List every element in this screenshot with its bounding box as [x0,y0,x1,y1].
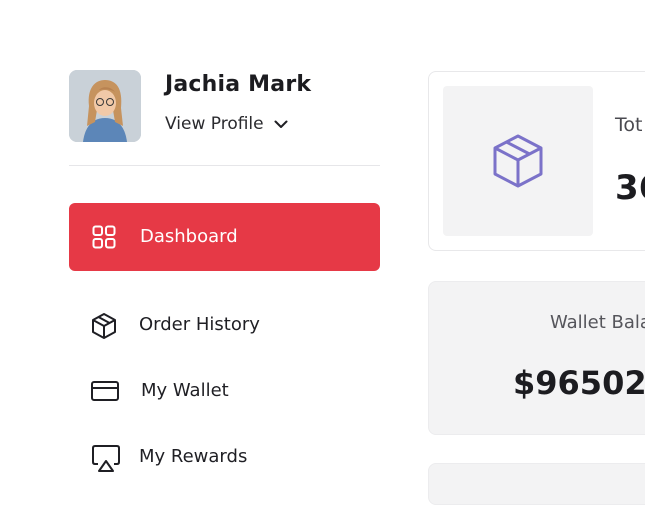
profile-divider [69,165,380,166]
wallet-balance-label: Wallet Bala [550,312,645,333]
nav-label-dashboard: Dashboard [140,226,238,247]
view-profile-label: View Profile [165,114,264,134]
nav-item-my-rewards[interactable]: My Rewards [90,440,380,476]
avatar[interactable] [69,70,141,142]
credit-card-icon [91,381,119,401]
total-orders-label: Tot [615,114,643,136]
airplay-icon [92,445,120,472]
profile-section: Jachia Mark View Profile [69,70,380,166]
nav-label-my-rewards: My Rewards [139,446,248,467]
grid-icon [92,225,116,249]
package-icon [493,134,543,188]
chevron-down-icon [274,120,288,128]
nav-item-my-wallet[interactable]: My Wallet [90,374,380,410]
nav-label-my-wallet: My Wallet [141,380,229,401]
total-orders-value: 36 [615,168,645,208]
total-orders-card[interactable]: Tot 36 [428,71,645,251]
nav-label-order-history: Order History [139,314,260,335]
view-profile-toggle[interactable]: View Profile [165,114,288,134]
nav-item-order-history[interactable]: Order History [90,308,380,344]
wallet-balance-value: $96502 [513,364,645,402]
stat-card[interactable] [428,463,645,505]
nav-item-dashboard[interactable]: Dashboard [69,203,380,271]
package-icon [92,313,116,339]
profile-name: Jachia Mark [165,72,312,97]
orders-icon-tile [443,86,593,236]
wallet-balance-card[interactable]: Wallet Bala $96502 [428,281,645,435]
